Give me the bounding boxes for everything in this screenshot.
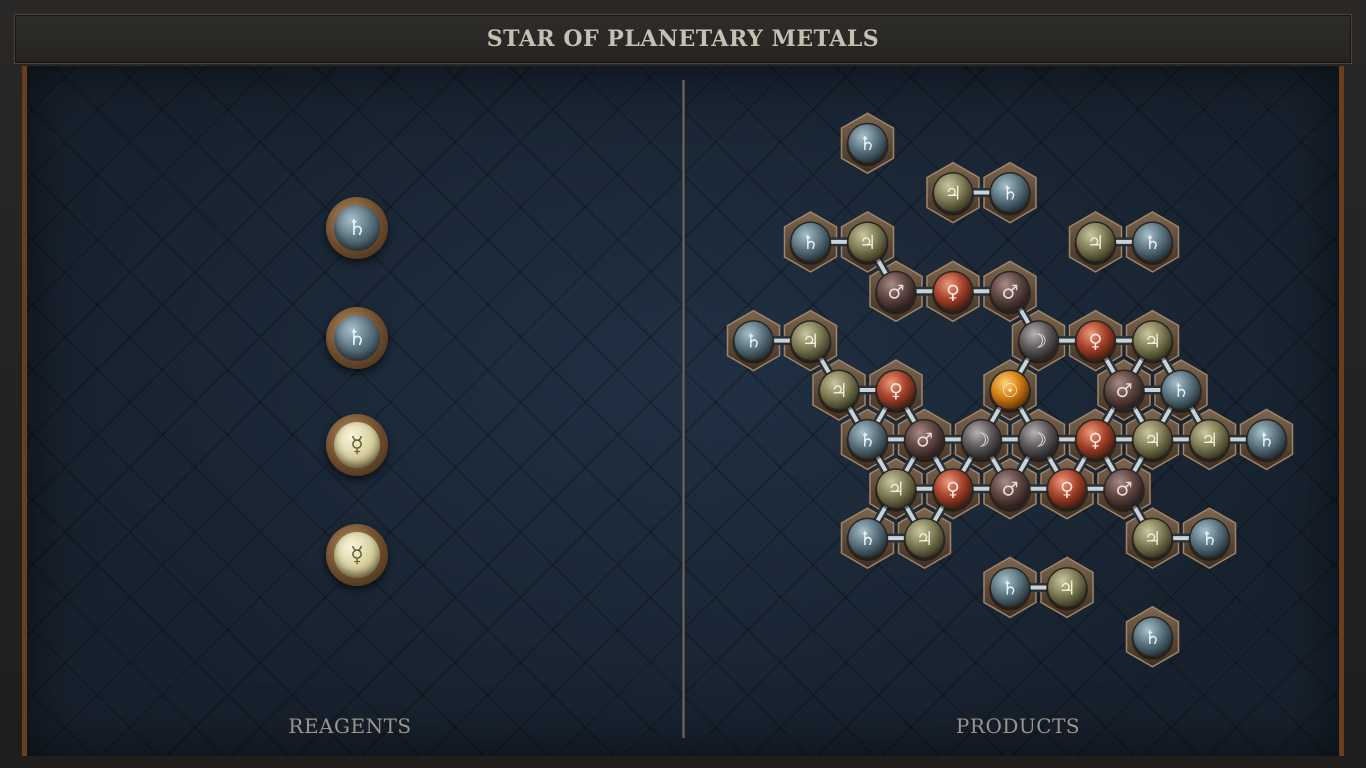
lead-symbol-icon: ♄ [1144, 627, 1161, 649]
silver-atom[interactable]: ☽ [960, 418, 1003, 463]
copper-atom[interactable]: ♀ [875, 369, 917, 414]
tin-atom[interactable]: ♃ [1188, 418, 1231, 463]
tin-atom[interactable]: ♃ [1131, 418, 1174, 463]
copper-atom[interactable]: ♀ [932, 270, 974, 315]
gold-symbol-icon: ☉ [1001, 380, 1018, 402]
tin-symbol-icon: ♃ [1087, 232, 1104, 254]
tin-symbol-icon: ♃ [1144, 331, 1161, 353]
tin-symbol-icon: ♃ [802, 331, 819, 353]
copper-atom[interactable]: ♀ [1074, 418, 1117, 463]
iron-symbol-icon: ♂ [887, 281, 904, 303]
tin-symbol-icon: ♃ [1144, 528, 1161, 550]
tin-atom[interactable]: ♃ [1131, 517, 1174, 562]
tin-atom[interactable]: ♃ [789, 320, 832, 364]
iron-atom[interactable]: ♂ [1103, 369, 1145, 414]
copper-symbol-icon: ♀ [946, 479, 960, 501]
tin-atom[interactable]: ♃ [1131, 320, 1174, 364]
lead-symbol-icon: ♄ [859, 528, 876, 550]
lead-symbol-icon: ♄ [1258, 429, 1275, 451]
tin-atom[interactable]: ♃ [1046, 566, 1088, 611]
lead-symbol-icon: ♄ [1001, 183, 1018, 205]
reagent-1[interactable]: ♄ [326, 197, 388, 259]
quicksilver-symbol-icon: ☿ [334, 532, 380, 578]
lead-symbol-icon: ♄ [1201, 528, 1218, 550]
silver-atom[interactable]: ☽ [1017, 320, 1060, 364]
copper-atom[interactable]: ♀ [932, 468, 974, 512]
lead-symbol-icon: ♄ [334, 205, 380, 251]
lead-atom[interactable]: ♄ [989, 172, 1031, 216]
tin-symbol-icon: ♃ [1144, 429, 1161, 451]
tin-symbol-icon: ♃ [859, 232, 876, 254]
iron-symbol-icon: ♂ [916, 429, 933, 451]
copper-symbol-icon: ♀ [1060, 479, 1074, 501]
lead-atom[interactable]: ♄ [846, 517, 889, 562]
iron-symbol-icon: ♂ [1115, 380, 1132, 402]
iron-atom[interactable]: ♂ [903, 418, 946, 463]
reagent-4[interactable]: ☿ [326, 524, 388, 586]
lead-symbol-icon: ♄ [745, 331, 762, 353]
lead-atom[interactable]: ♄ [1131, 221, 1174, 265]
lead-symbol-icon: ♄ [859, 133, 876, 155]
tin-symbol-icon: ♃ [1058, 577, 1075, 599]
tin-symbol-icon: ♃ [916, 528, 933, 550]
iron-symbol-icon: ♂ [1115, 479, 1132, 501]
copper-symbol-icon: ♀ [889, 380, 903, 402]
silver-symbol-icon: ☽ [1030, 429, 1047, 451]
products-label: PRODUCTS [955, 714, 1081, 738]
iron-symbol-icon: ♂ [1001, 281, 1018, 303]
iron-symbol-icon: ♂ [1001, 479, 1018, 501]
copper-symbol-icon: ♀ [1089, 429, 1103, 451]
panel-divider [682, 80, 685, 738]
lead-symbol-icon: ♄ [802, 232, 819, 254]
silver-symbol-icon: ☽ [1030, 331, 1047, 353]
tin-atom[interactable]: ♃ [875, 468, 917, 512]
lead-atom[interactable]: ♄ [1160, 369, 1202, 414]
tin-symbol-icon: ♃ [944, 183, 961, 205]
lead-symbol-icon: ♄ [1172, 380, 1189, 402]
iron-atom[interactable]: ♂ [875, 270, 917, 315]
lead-atom[interactable]: ♄ [846, 418, 889, 463]
copper-symbol-icon: ♀ [946, 281, 960, 303]
lead-symbol-icon: ♄ [1001, 577, 1018, 599]
lead-atom[interactable]: ♄ [1188, 517, 1231, 562]
tin-symbol-icon: ♃ [830, 380, 847, 402]
copper-symbol-icon: ♀ [1089, 331, 1103, 353]
tin-atom[interactable]: ♃ [846, 221, 889, 265]
quicksilver-symbol-icon: ☿ [334, 422, 380, 468]
lead-atom[interactable]: ♄ [989, 566, 1031, 611]
iron-atom[interactable]: ♂ [989, 468, 1031, 512]
lead-atom[interactable]: ♄ [1245, 418, 1288, 463]
lead-symbol-icon: ♄ [334, 315, 380, 361]
lead-symbol-icon: ♄ [859, 429, 876, 451]
lead-atom[interactable]: ♄ [789, 221, 832, 265]
iron-atom[interactable]: ♂ [989, 270, 1031, 315]
gold-atom[interactable]: ☉ [989, 369, 1031, 414]
lead-symbol-icon: ♄ [1144, 232, 1161, 254]
reagents-label: REAGENTS [288, 714, 412, 738]
reagent-2[interactable]: ♄ [326, 307, 388, 369]
title-bar: STAR OF PLANETARY METALS [14, 14, 1352, 64]
silver-symbol-icon: ☽ [973, 429, 990, 451]
puzzle-title: STAR OF PLANETARY METALS [486, 26, 880, 52]
lead-atom[interactable]: ♄ [846, 122, 889, 167]
tin-atom[interactable]: ♃ [818, 369, 860, 414]
iron-atom[interactable]: ♂ [1103, 468, 1145, 512]
tin-symbol-icon: ♃ [1201, 429, 1218, 451]
silver-atom[interactable]: ☽ [1017, 418, 1060, 463]
tin-atom[interactable]: ♃ [932, 172, 974, 216]
reagent-3[interactable]: ☿ [326, 414, 388, 476]
copper-atom[interactable]: ♀ [1074, 320, 1117, 364]
lead-atom[interactable]: ♄ [1131, 616, 1174, 660]
tin-symbol-icon: ♃ [887, 479, 904, 501]
tin-atom[interactable]: ♃ [903, 517, 946, 562]
copper-atom[interactable]: ♀ [1046, 468, 1088, 512]
tin-atom[interactable]: ♃ [1074, 221, 1117, 265]
lead-atom[interactable]: ♄ [732, 320, 775, 364]
